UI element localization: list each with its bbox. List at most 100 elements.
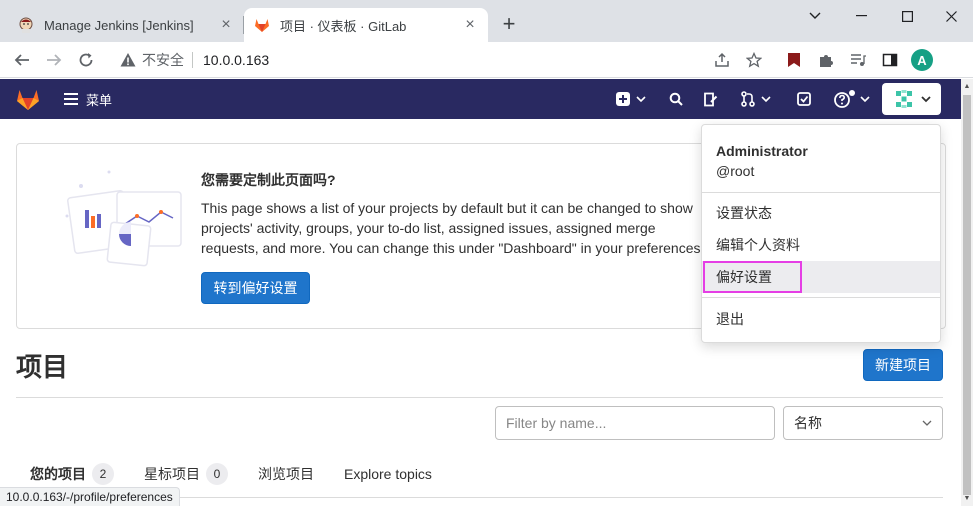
merge-request-icon [741,91,755,107]
title-divider [16,397,943,398]
main-menu-button[interactable]: 菜单 [64,79,112,119]
bookmark-button[interactable] [744,50,764,70]
edit-profile-item[interactable]: 编辑个人资料 [702,229,940,261]
tab-jenkins[interactable]: Manage Jenkins [Jenkins] × [8,8,244,42]
chevron-down-icon [922,420,932,426]
menu-divider [702,192,940,193]
chevron-down-icon [920,96,931,103]
url-text: 10.0.0.163 [203,52,270,68]
project-tabs: 您的项目 2 星标项目 0 浏览项目 Explore topics [16,459,462,489]
tab-label: 您的项目 [30,466,86,482]
share-icon [715,52,729,67]
user-display-name[interactable]: Administrator [716,143,808,159]
side-panel-icon [882,53,898,67]
close-icon [946,10,957,22]
menu-label: 菜单 [86,92,113,108]
address-bar[interactable]: 不安全 10.0.0.163 [106,46,774,74]
chevron-down-icon [761,96,771,103]
hamburger-icon [64,93,78,105]
gitlab-logo[interactable] [14,85,42,113]
help-question-icon [834,90,855,108]
chevron-down-icon [860,96,870,103]
banner-description: This page shows a list of your projects … [201,200,701,256]
playlist-icon [851,54,866,66]
banner-title: 您需要定制此页面吗? [201,172,336,188]
create-new-button[interactable] [616,87,646,111]
side-panel-button[interactable] [880,50,900,70]
close-window-button[interactable] [930,0,973,32]
browser-toolbar: 不安全 10.0.0.163 A [0,42,973,78]
star-icon [746,52,762,68]
browser-tab-bar: Manage Jenkins [Jenkins] × 项目 · 仪表板 · Gi… [0,0,973,42]
set-status-item[interactable]: 设置状态 [702,197,940,229]
forward-button[interactable] [42,48,66,72]
maximize-icon [901,10,913,22]
arrow-left-icon [14,54,29,66]
bookmark-ribbon-icon [788,53,800,67]
tab-label: Explore topics [344,466,432,482]
todos-button[interactable] [797,87,812,111]
minimize-button[interactable] [838,0,884,32]
close-tab-icon[interactable]: × [218,16,234,33]
extension-bookmark-button[interactable] [784,50,804,70]
back-button[interactable] [10,48,34,72]
reload-button[interactable] [74,48,98,72]
browser-profile-avatar[interactable]: A [911,49,933,71]
preferences-highlight-box [703,261,802,293]
reload-icon [79,53,93,67]
user-menu-button[interactable] [882,83,941,115]
tab-explore-projects[interactable]: 浏览项目 [258,464,314,484]
chevron-down-icon [809,12,821,19]
scroll-up-arrow-icon[interactable]: ▲ [963,83,971,91]
security-label: 不安全 [142,52,184,68]
jenkins-icon [19,17,33,33]
merge-requests-button[interactable] [741,87,771,111]
sort-value: 名称 [794,415,822,431]
chevron-down-icon [636,96,646,103]
omnibox-divider [192,52,193,68]
tab-gitlab[interactable]: 项目 · 仪表板 · GitLab × [244,8,488,42]
arrow-right-icon [47,54,62,66]
filter-by-name-input[interactable] [495,406,775,440]
menu-divider [702,297,940,298]
gitlab-top-nav: 菜单 [0,79,961,119]
tab-label: 星标项目 [144,466,200,482]
puzzle-icon [820,55,833,67]
tab-starred-projects[interactable]: 星标项目 0 [144,463,228,485]
tab-title: Manage Jenkins [Jenkins] [44,17,194,33]
count-badge: 0 [206,463,228,485]
extensions-button[interactable] [816,50,836,70]
issues-button[interactable] [703,87,718,111]
count-badge: 2 [92,463,114,485]
search-icon [669,92,683,106]
go-to-preferences-button[interactable]: 转到偏好设置 [201,272,310,304]
tab-explore-topics[interactable]: Explore topics [344,466,432,482]
close-tab-icon[interactable]: × [462,16,478,33]
user-menu-dropdown: Administrator @root 设置状态 编辑个人资料 偏好设置 退出 [701,124,941,343]
maximize-button[interactable] [884,0,930,32]
new-project-button[interactable]: 新建项目 [863,349,943,381]
link-status-bar: 10.0.0.163/-/profile/preferences [0,487,180,506]
search-button[interactable] [669,87,683,111]
user-username[interactable]: @root [716,163,754,179]
user-avatar [892,88,915,110]
page-scrollbar[interactable]: ▲ ▼ [961,79,973,506]
tab-search-button[interactable] [792,0,838,32]
page-title: 项目 [16,352,69,382]
issues-icon [704,92,718,106]
tab-title: 项目 · 仪表板 · GitLab [280,18,407,34]
sort-dropdown[interactable]: 名称 [783,406,943,440]
todo-checkbox-icon [797,91,811,106]
tab-your-projects[interactable]: 您的项目 2 [30,463,114,485]
customize-illustration [65,170,182,267]
media-control-button[interactable] [848,50,868,70]
warning-icon [120,53,136,67]
new-tab-button[interactable]: + [496,12,522,38]
help-button[interactable] [834,87,870,111]
scrollbar-thumb[interactable] [963,95,971,495]
plus-square-icon [616,92,630,106]
sign-out-item[interactable]: 退出 [702,303,940,335]
scroll-down-arrow-icon[interactable]: ▼ [963,495,971,503]
share-button[interactable] [712,50,732,70]
gitlab-icon [255,19,269,32]
